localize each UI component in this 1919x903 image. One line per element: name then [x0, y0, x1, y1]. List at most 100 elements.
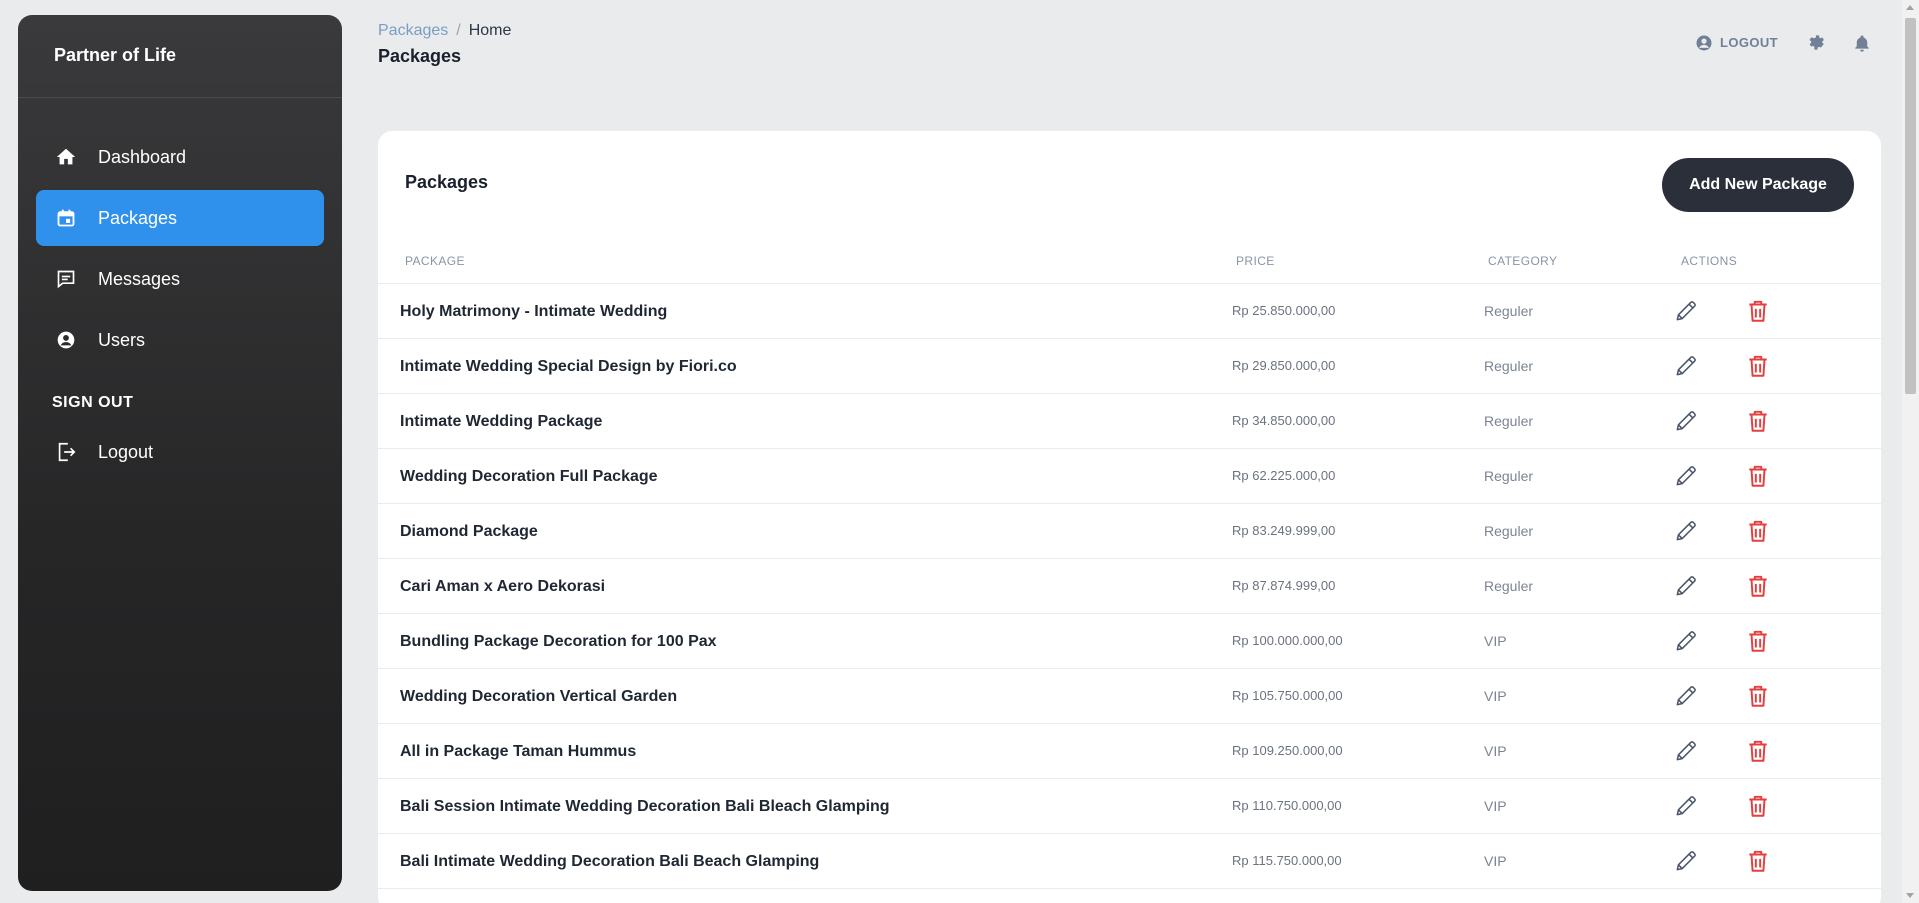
breadcrumb-link-packages[interactable]: Packages	[378, 22, 448, 39]
package-name: Cari Aman x Aero Dekorasi	[400, 578, 606, 595]
calendar-icon	[54, 206, 78, 230]
trash-icon[interactable]	[1745, 848, 1771, 874]
table-row: Bali Session Intimate Wedding Decoration…	[378, 779, 1881, 834]
topbar-actions: LOGOUT	[1695, 33, 1871, 52]
sidebar-item-label: Logout	[98, 441, 154, 462]
trash-icon[interactable]	[1745, 628, 1771, 654]
package-price: Rp 25.850.000,00	[1232, 303, 1336, 318]
trash-icon[interactable]	[1745, 353, 1771, 379]
package-category: Reguler	[1484, 468, 1534, 484]
topbar-logout-button[interactable]: LOGOUT	[1695, 34, 1778, 52]
trash-icon[interactable]	[1745, 793, 1771, 819]
package-name: Bali Session Intimate Wedding Decoration…	[400, 798, 890, 815]
trash-icon[interactable]	[1745, 298, 1771, 324]
packages-card: Packages Add New Package PACKAGE PRICE C…	[378, 131, 1881, 903]
package-price: Rp 29.850.000,00	[1232, 358, 1336, 373]
message-icon	[54, 267, 78, 291]
edit-icon[interactable]	[1673, 573, 1699, 599]
edit-icon[interactable]	[1673, 683, 1699, 709]
column-header-category: CATEGORY	[1488, 254, 1558, 268]
package-category: Reguler	[1484, 358, 1534, 374]
add-new-package-button[interactable]: Add New Package	[1662, 158, 1854, 212]
edit-icon[interactable]	[1673, 353, 1699, 379]
bell-icon[interactable]	[1853, 34, 1871, 52]
edit-icon[interactable]	[1673, 518, 1699, 544]
scroll-down-icon[interactable]	[1906, 893, 1914, 898]
package-price: Rp 62.225.000,00	[1232, 468, 1336, 483]
user-circle-icon	[1695, 34, 1713, 52]
sidebar-item-label: Packages	[98, 207, 178, 228]
table-row: Wedding Decoration Vertical Garden Rp 105…	[378, 669, 1881, 724]
package-name: All in Package Taman Hummus	[400, 743, 637, 760]
section-title-sign-out: SIGN OUT	[52, 394, 134, 411]
package-price: Rp 100.000.000,00	[1232, 633, 1343, 648]
table-row: Wedding Decoration Full Package Rp 62.225…	[378, 449, 1881, 504]
package-category: VIP	[1484, 633, 1507, 649]
trash-icon[interactable]	[1745, 738, 1771, 764]
table-row: Intimate Wedding Special Design by Fiori…	[378, 339, 1881, 394]
package-category: Reguler	[1484, 303, 1534, 319]
package-name: Wedding Decoration Full Package	[400, 468, 658, 485]
package-price: Rp 109.250.000,00	[1232, 743, 1343, 758]
scroll-up-icon[interactable]	[1906, 5, 1914, 10]
trash-icon[interactable]	[1745, 408, 1771, 434]
column-header-price: PRICE	[1236, 254, 1275, 268]
package-category: VIP	[1484, 798, 1507, 814]
sidebar-item-logout[interactable]: Logout	[36, 424, 324, 480]
sidebar-item-packages[interactable]: Packages	[36, 190, 324, 246]
page-title: Packages	[378, 46, 462, 66]
column-header-package: PACKAGE	[405, 254, 465, 268]
edit-icon[interactable]	[1673, 463, 1699, 489]
package-category: Reguler	[1484, 578, 1534, 594]
package-category: VIP	[1484, 853, 1507, 869]
edit-icon[interactable]	[1673, 793, 1699, 819]
package-category: Reguler	[1484, 523, 1534, 539]
edit-icon[interactable]	[1673, 628, 1699, 654]
breadcrumb-separator: /	[456, 22, 461, 39]
trash-icon[interactable]	[1745, 683, 1771, 709]
package-category: VIP	[1484, 743, 1507, 759]
user-circle-icon	[54, 328, 78, 352]
breadcrumb: Packages / Home	[378, 22, 511, 40]
table-body: Holy Matrimony - Intimate Wedding Rp 25.8…	[378, 284, 1881, 889]
scrollbar-thumb[interactable]	[1905, 18, 1916, 394]
package-category: VIP	[1484, 688, 1507, 704]
edit-icon[interactable]	[1673, 408, 1699, 434]
breadcrumb-current: Home	[468, 22, 512, 39]
table-header: PACKAGE PRICE CATEGORY ACTIONS	[378, 254, 1881, 284]
package-name: Wedding Decoration Vertical Garden	[400, 688, 678, 705]
sidebar-item-users[interactable]: Users	[36, 312, 324, 368]
sidebar: Partner of Life Dashboard Packages Messa…	[18, 15, 342, 891]
edit-icon[interactable]	[1673, 848, 1699, 874]
package-price: Rp 34.850.000,00	[1232, 413, 1336, 428]
sidebar-item-label: Users	[98, 329, 146, 350]
package-category: Reguler	[1484, 413, 1534, 429]
logout-icon	[54, 440, 78, 464]
trash-icon[interactable]	[1745, 573, 1771, 599]
package-name: Intimate Wedding Package	[400, 413, 603, 430]
table-row: Holy Matrimony - Intimate Wedding Rp 25.8…	[378, 284, 1881, 339]
package-price: Rp 115.750.000,00	[1232, 853, 1342, 868]
card-title: Packages	[405, 172, 489, 192]
sidebar-nav: Dashboard Packages Messages Users	[18, 129, 342, 368]
gear-icon[interactable]	[1807, 33, 1826, 52]
edit-icon[interactable]	[1673, 738, 1699, 764]
package-price: Rp 83.249.999,00	[1232, 523, 1336, 538]
package-price: Rp 110.750.000,00	[1232, 798, 1342, 813]
page-scrollbar[interactable]	[1902, 0, 1919, 903]
package-name: Bundling Package Decoration for 100 Pax	[400, 633, 717, 650]
trash-icon[interactable]	[1745, 518, 1771, 544]
package-price: Rp 105.750.000,00	[1232, 688, 1343, 703]
topbar-logout-label: LOGOUT	[1719, 35, 1778, 50]
sidebar-item-label: Dashboard	[98, 146, 187, 167]
table-row: Diamond Package Rp 83.249.999,00 Reguler	[378, 504, 1881, 559]
package-price: Rp 87.874.999,00	[1232, 578, 1336, 593]
table-row: Intimate Wedding Package Rp 34.850.000,00…	[378, 394, 1881, 449]
edit-icon[interactable]	[1673, 298, 1699, 324]
sidebar-item-messages[interactable]: Messages	[36, 251, 324, 307]
sidebar-item-dashboard[interactable]: Dashboard	[36, 129, 324, 185]
home-icon	[54, 145, 78, 169]
package-name: Intimate Wedding Special Design by Fiori…	[400, 358, 737, 375]
table-row: Bundling Package Decoration for 100 Pax R…	[378, 614, 1881, 669]
trash-icon[interactable]	[1745, 463, 1771, 489]
